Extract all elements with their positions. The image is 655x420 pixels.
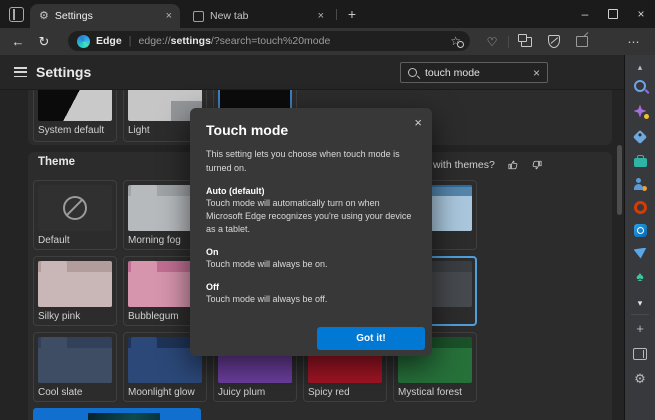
dialog-intro: This setting lets you choose when touch … bbox=[206, 148, 416, 175]
sidebar-scroll-up-icon[interactable]: ▴ bbox=[625, 58, 655, 76]
sidebar-add-button[interactable]: + bbox=[625, 319, 655, 337]
theme-tile-cool-slate[interactable]: Cool slate bbox=[33, 332, 117, 402]
address-divider: | bbox=[129, 35, 132, 47]
tile-preview bbox=[38, 185, 112, 231]
thumbs-down-icon[interactable] bbox=[531, 159, 543, 171]
got-it-button[interactable]: Got it! bbox=[317, 327, 425, 350]
title-bar: ⚙ Settings × New tab × + – × bbox=[0, 0, 655, 28]
settings-favicon-gear-icon: ⚙ bbox=[39, 11, 49, 22]
appearance-tile-system-default[interactable]: System default bbox=[33, 90, 117, 142]
sidebar-tree-game-icon[interactable]: ♠ bbox=[625, 267, 655, 285]
tab-label: New tab bbox=[210, 10, 249, 22]
tab-label: Settings bbox=[55, 10, 93, 22]
address-bar[interactable]: Edge | edge://settings/?search=touch%20m… bbox=[68, 31, 470, 51]
back-button[interactable]: ← bbox=[6, 28, 30, 55]
sidebar-tools-briefcase-icon[interactable] bbox=[625, 152, 655, 170]
thumbs-up-icon[interactable] bbox=[507, 159, 519, 171]
tile-label: Silky pink bbox=[38, 311, 112, 322]
collections-icon[interactable] bbox=[514, 28, 538, 55]
dialog-section-body: Touch mode will always be on. bbox=[206, 258, 416, 271]
tile-image bbox=[88, 413, 160, 420]
settings-search-input[interactable]: touch mode × bbox=[400, 62, 548, 83]
search-value: touch mode bbox=[425, 67, 480, 79]
window-controls: – × bbox=[571, 0, 655, 28]
url-text: edge://settings/?search=touch%20mode bbox=[139, 35, 331, 47]
dialog-section-body: Touch mode will automatically turn on wh… bbox=[206, 197, 416, 236]
settings-header: Settings touch mode × bbox=[0, 55, 624, 90]
theme-tile-default[interactable]: Default bbox=[33, 180, 117, 250]
theme-feedback: with themes? bbox=[433, 159, 543, 171]
favorites-star-icon[interactable]: ☆ bbox=[450, 35, 461, 47]
edge-sidebar: ▴ ♠ ▾ + ⚙ bbox=[624, 55, 655, 420]
sidebar-discover-icon[interactable] bbox=[625, 102, 655, 120]
browser-toolbar: ← ↻ Edge | edge://settings/?search=touch… bbox=[0, 28, 655, 55]
edge-logo-icon bbox=[77, 35, 90, 48]
search-icon bbox=[408, 68, 417, 77]
partial-theme-tile[interactable] bbox=[33, 408, 201, 420]
tab-close-icon[interactable]: × bbox=[166, 10, 172, 22]
tile-label: Juicy plum bbox=[218, 387, 292, 398]
clear-search-icon[interactable]: × bbox=[533, 66, 540, 80]
page-title: Settings bbox=[36, 64, 91, 80]
tile-label: Spicy red bbox=[308, 387, 382, 398]
tab-settings[interactable]: ⚙ Settings × bbox=[30, 4, 180, 28]
dialog-title: Touch mode bbox=[206, 122, 416, 138]
no-theme-icon bbox=[63, 196, 87, 220]
menu-hamburger-icon[interactable] bbox=[14, 67, 27, 80]
sidebar-search-icon[interactable] bbox=[625, 77, 655, 95]
sidebar-scroll-down-icon[interactable]: ▾ bbox=[625, 294, 655, 312]
dialog-section-heading: Auto (default) bbox=[206, 186, 416, 196]
new-tab-button[interactable]: + bbox=[343, 5, 361, 23]
sidebar-games-icon[interactable] bbox=[625, 175, 655, 193]
tile-label: Default bbox=[38, 235, 112, 246]
tile-label: System default bbox=[38, 125, 112, 136]
tab-new-tab[interactable]: New tab × bbox=[184, 4, 332, 28]
tile-label: Mystical forest bbox=[398, 387, 472, 398]
scrollbar-thumb[interactable] bbox=[617, 145, 622, 215]
sidebar-outlook-icon[interactable] bbox=[625, 221, 655, 239]
theme-section-heading: Theme bbox=[38, 156, 75, 168]
sidebar-microsoft-365-icon[interactable] bbox=[625, 198, 655, 216]
performance-heart-icon[interactable]: ♡ bbox=[480, 28, 504, 55]
sidebar-divider bbox=[631, 314, 649, 315]
tile-preview bbox=[38, 337, 112, 383]
more-menu-button[interactable]: ⋯ bbox=[622, 28, 646, 55]
dialog-section-heading: On bbox=[206, 247, 416, 257]
sidebar-shopping-tag-icon[interactable] bbox=[625, 128, 655, 146]
page-favicon-icon bbox=[193, 11, 204, 22]
browser-essentials-icon[interactable] bbox=[542, 28, 566, 55]
tile-label: Cool slate bbox=[38, 387, 112, 398]
touch-mode-dialog: × Touch mode This setting lets you choos… bbox=[190, 108, 432, 356]
dialog-section-body: Touch mode will always be off. bbox=[206, 293, 416, 306]
minimize-button[interactable]: – bbox=[571, 0, 599, 28]
refresh-button[interactable]: ↻ bbox=[32, 28, 56, 55]
sidebar-panel-toggle-icon[interactable] bbox=[625, 345, 655, 363]
tab-actions-icon[interactable] bbox=[9, 7, 24, 22]
dialog-section-heading: Off bbox=[206, 282, 416, 292]
tab-divider bbox=[336, 9, 337, 20]
dialog-close-icon[interactable]: × bbox=[414, 115, 422, 130]
share-icon[interactable] bbox=[570, 28, 594, 55]
close-window-button[interactable]: × bbox=[627, 0, 655, 28]
feedback-text: with themes? bbox=[433, 159, 495, 171]
maximize-button[interactable] bbox=[599, 0, 627, 28]
sidebar-settings-gear-icon[interactable]: ⚙ bbox=[625, 369, 655, 387]
content-scrollbar[interactable] bbox=[616, 90, 624, 420]
tab-close-icon[interactable]: × bbox=[318, 10, 324, 22]
tile-preview bbox=[38, 90, 112, 121]
tile-preview bbox=[38, 261, 112, 307]
theme-tile-silky-pink[interactable]: Silky pink bbox=[33, 256, 117, 326]
toolbar-divider bbox=[508, 36, 509, 48]
maximize-icon bbox=[608, 9, 618, 19]
sidebar-drop-icon[interactable] bbox=[625, 244, 655, 262]
edge-badge-label: Edge bbox=[96, 35, 122, 47]
tile-label: Moonlight glow bbox=[128, 387, 202, 398]
